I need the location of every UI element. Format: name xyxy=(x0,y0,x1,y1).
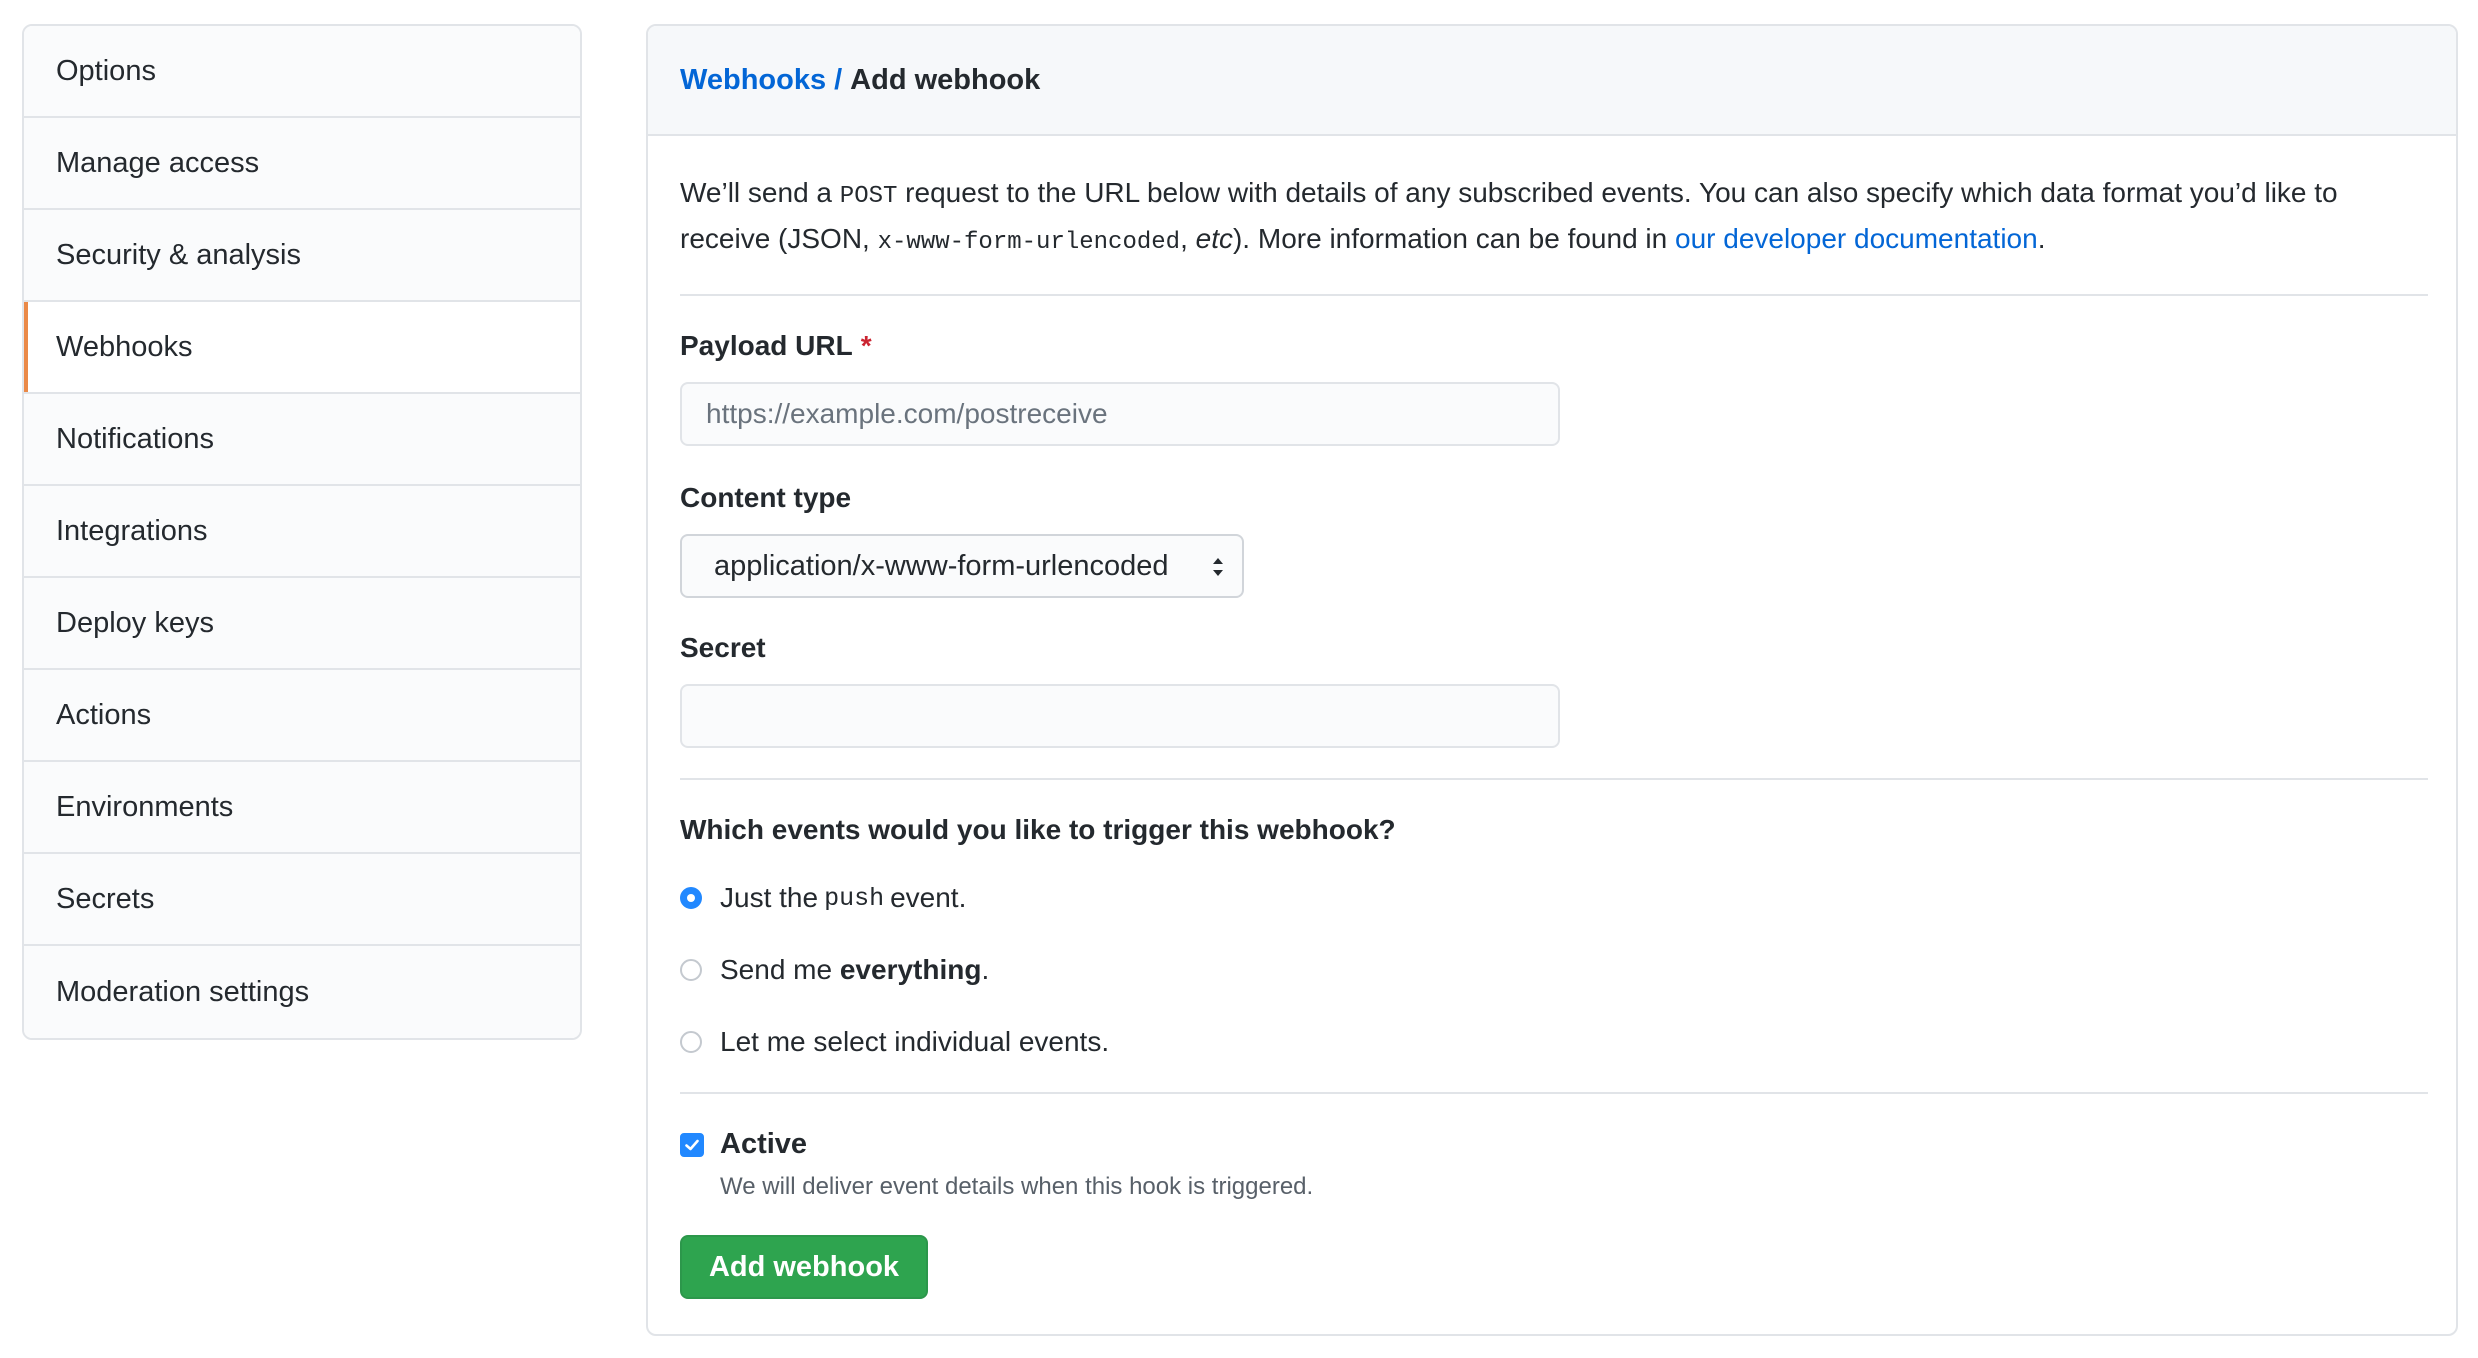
option-text: event. xyxy=(890,882,967,913)
push-code: push xyxy=(824,883,885,913)
sidebar-item-integrations[interactable]: Integrations xyxy=(24,486,580,578)
sidebar-item-label: Secrets xyxy=(56,882,155,915)
required-marker: * xyxy=(860,330,872,361)
urlencoded-code: x-www-form-urlencoded xyxy=(877,229,1181,256)
settings-sidebar: Options Manage access Security & analysi… xyxy=(22,24,582,1040)
payload-url-group: Payload URL * xyxy=(680,330,2424,362)
sidebar-item-label: Actions xyxy=(56,698,152,731)
active-row: Active xyxy=(680,1128,2424,1161)
intro-text-part: . xyxy=(2037,223,2046,254)
post-code: POST xyxy=(839,183,898,210)
add-webhook-panel: Webhooks / Add webhook We’ll send a POST… xyxy=(646,24,2458,1336)
option-text: Let me select individual events. xyxy=(720,1026,1110,1057)
page-title: Add webhook xyxy=(850,63,1041,96)
option-text: . xyxy=(981,954,990,985)
radio-individual[interactable] xyxy=(680,1031,702,1053)
active-description: We will deliver event details when this … xyxy=(720,1173,1314,1200)
divider xyxy=(680,778,2428,780)
secret-input[interactable] xyxy=(680,684,1560,748)
content-type-select[interactable]: application/x-www-form-urlencoded xyxy=(680,534,1244,598)
secret-group: Secret xyxy=(680,632,2424,664)
sidebar-item-actions[interactable]: Actions xyxy=(24,670,580,762)
sidebar-item-label: Webhooks xyxy=(56,330,193,363)
event-option-everything[interactable]: Send me everything. xyxy=(680,950,2424,990)
sidebar-item-options[interactable]: Options xyxy=(24,26,580,118)
event-option-individual[interactable]: Let me select individual events. xyxy=(680,1022,2424,1062)
breadcrumb-separator: / xyxy=(834,63,843,96)
breadcrumb-webhooks-link[interactable]: Webhooks xyxy=(680,64,826,97)
payload-url-label: Payload URL xyxy=(680,330,853,361)
sidebar-item-notifications[interactable]: Notifications xyxy=(24,394,580,486)
sidebar-item-environments[interactable]: Environments xyxy=(24,762,580,854)
everything-bold: everything xyxy=(839,954,982,985)
sidebar-item-secrets[interactable]: Secrets xyxy=(24,854,580,946)
intro-text: We’ll send a POST request to the URL bel… xyxy=(680,172,2430,264)
sidebar-item-label: Security & analysis xyxy=(56,238,301,271)
breadcrumb: Webhooks / Add webhook xyxy=(648,26,2456,136)
sidebar-item-label: Options xyxy=(56,54,156,87)
sidebar-item-label: Deploy keys xyxy=(56,606,214,639)
divider xyxy=(680,1092,2428,1094)
sidebar-item-label: Integrations xyxy=(56,514,208,547)
divider xyxy=(680,294,2428,296)
active-label: Active xyxy=(720,1128,808,1160)
sidebar-item-label: Moderation settings xyxy=(56,975,310,1008)
radio-everything[interactable] xyxy=(680,959,702,981)
option-text: Send me xyxy=(720,954,840,985)
select-caret-icon xyxy=(1213,558,1223,576)
radio-push[interactable] xyxy=(680,887,702,909)
sidebar-item-moderation-settings[interactable]: Moderation settings xyxy=(24,946,580,1038)
intro-text-part: We’ll send a xyxy=(680,177,840,208)
events-question: Which events would you like to trigger t… xyxy=(680,814,1396,845)
payload-url-input[interactable] xyxy=(680,382,1560,446)
sidebar-item-label: Environments xyxy=(56,790,234,823)
sidebar-item-security-analysis[interactable]: Security & analysis xyxy=(24,210,580,302)
event-option-push[interactable]: Just the push event. xyxy=(680,878,2424,918)
etc-emphasis: etc xyxy=(1195,223,1233,254)
option-text: Just the xyxy=(720,882,819,913)
secret-label: Secret xyxy=(680,632,766,663)
submit-row: Add webhook xyxy=(680,1235,2424,1299)
intro-text-part: ). More information can be found in xyxy=(1232,223,1675,254)
sidebar-item-manage-access[interactable]: Manage access xyxy=(24,118,580,210)
developer-docs-link[interactable]: our developer documentation xyxy=(1675,223,2038,254)
content-type-value: application/x-www-form-urlencoded xyxy=(714,549,1169,582)
active-checkbox[interactable] xyxy=(680,1132,704,1157)
sidebar-item-deploy-keys[interactable]: Deploy keys xyxy=(24,578,580,670)
page: Options Manage access Security & analysi… xyxy=(0,0,2478,1358)
content-type-group: Content type xyxy=(680,482,2424,514)
content-type-label: Content type xyxy=(680,482,852,513)
checkmark-icon xyxy=(685,1139,699,1150)
add-webhook-button[interactable]: Add webhook xyxy=(680,1235,928,1299)
sidebar-item-webhooks[interactable]: Webhooks xyxy=(24,302,580,394)
intro-text-part: , xyxy=(1180,223,1196,254)
form-body: We’ll send a POST request to the URL bel… xyxy=(648,172,2456,1299)
sidebar-item-label: Manage access xyxy=(56,146,260,179)
sidebar-item-label: Notifications xyxy=(56,422,214,455)
